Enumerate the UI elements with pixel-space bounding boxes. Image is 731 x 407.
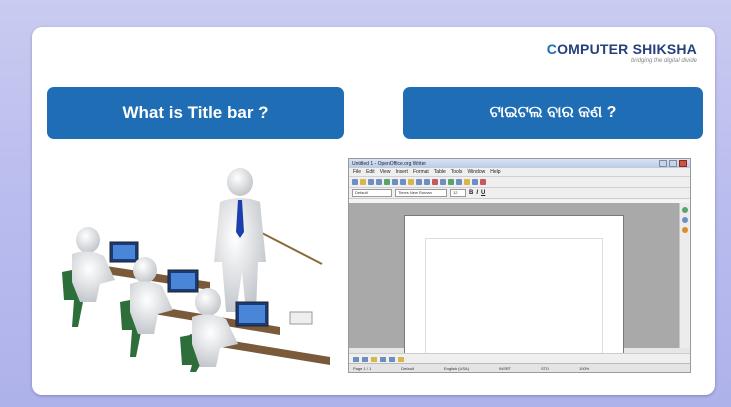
status-insert: INSRT [499, 365, 511, 371]
undo-icon [416, 179, 422, 185]
paste-icon [408, 179, 414, 185]
standard-toolbar [349, 176, 690, 187]
menu-tools: Tools [450, 169, 463, 175]
shapes-icon [398, 356, 404, 362]
select-icon [353, 356, 359, 362]
save-icon [368, 179, 374, 185]
slide-panel: COMPUTER SHIKSHA bridging the digital di… [32, 27, 715, 395]
spellcheck-icon [384, 179, 390, 185]
minimize-icon [659, 160, 667, 167]
styles-side-icon [682, 217, 688, 223]
menu-bar: File Edit View Insert Format Table Tools… [349, 168, 690, 176]
formatting-toolbar: Default Times New Roman 12 BIU [349, 187, 690, 198]
line-icon [362, 356, 368, 362]
menu-format: Format [412, 169, 429, 175]
table-icon [432, 179, 438, 185]
status-style: Default [401, 365, 414, 371]
navigator-icon [456, 179, 462, 185]
close-icon [679, 160, 687, 167]
what-is-title-bar-button[interactable]: What is Title bar ? [47, 87, 344, 139]
menu-edit: Edit [366, 169, 375, 175]
gallery-icon [464, 179, 470, 185]
sidebar-panel [679, 203, 690, 348]
menu-file: File [353, 169, 362, 175]
cut-icon [392, 179, 398, 185]
menu-help: Help [490, 169, 501, 175]
status-mode: STD [541, 365, 549, 371]
print-icon [376, 179, 382, 185]
text-icon [389, 356, 395, 362]
document-page [404, 215, 624, 367]
redo-icon [424, 179, 430, 185]
new-doc-icon [352, 179, 358, 185]
gallery-side-icon [682, 227, 688, 233]
bold-icon: B [469, 190, 474, 196]
logo-wordmark: COMPUTER SHIKSHA [546, 41, 697, 57]
menu-insert: Insert [395, 169, 408, 175]
copy-icon [400, 179, 406, 185]
open-icon [360, 179, 366, 185]
title-bar: Untitled 1 - OpenOffice.org Writer [349, 159, 690, 168]
document-area [349, 203, 680, 367]
logo-tagline: bridging the digital divide [630, 58, 697, 64]
chart-icon [448, 179, 454, 185]
zoom-icon [472, 179, 478, 185]
status-lang: English (USA) [443, 365, 470, 371]
menu-window: Window [467, 169, 486, 175]
image-icon [440, 179, 446, 185]
navigator-side-icon [682, 207, 688, 213]
status-page: Page 1 / 1 [353, 365, 372, 371]
underline-icon: U [481, 190, 486, 196]
text-boundary [425, 238, 603, 366]
status-zoom: 100% [579, 365, 590, 371]
writer-window-screenshot: Untitled 1 - OpenOffice.org Writer File … [348, 158, 691, 373]
status-bar: Page 1 / 1 Default English (USA) INSRT S… [349, 363, 690, 372]
style-box: Default [352, 189, 392, 197]
maximize-icon [669, 160, 677, 167]
menu-view: View [379, 169, 391, 175]
teacher-figure [214, 168, 266, 312]
size-box: 12 [450, 189, 466, 197]
classroom-illustration [62, 168, 330, 372]
italic-icon: I [476, 190, 479, 196]
font-box: Times New Roman [395, 189, 447, 197]
computer-shiksha-logo: COMPUTER SHIKSHA bridging the digital di… [547, 41, 697, 64]
help-icon [480, 179, 486, 185]
odia-title-bar-button[interactable]: ଟାଇଟଲ ବାର କଣ ? [403, 87, 703, 139]
window-title: Untitled 1 - OpenOffice.org Writer [352, 160, 427, 167]
rect-icon [371, 356, 377, 362]
menu-table: Table [433, 169, 446, 175]
ellipse-icon [380, 356, 386, 362]
